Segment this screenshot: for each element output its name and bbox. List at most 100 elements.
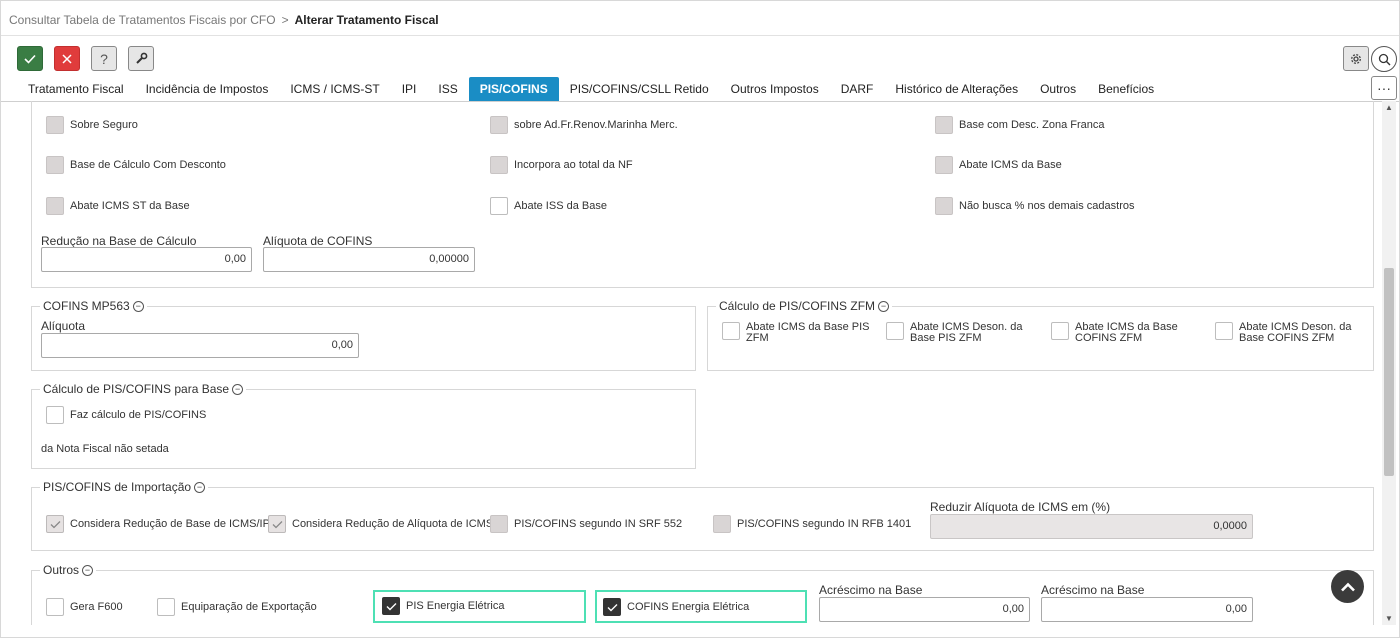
- check-abate-icms-base[interactable]: Abate ICMS da Base: [935, 156, 1062, 174]
- tab-iss[interactable]: ISS: [427, 77, 468, 101]
- check-ad-fr-renov[interactable]: sobre Ad.Fr.Renov.Marinha Merc.: [490, 116, 678, 134]
- checkbox[interactable]: [1215, 322, 1233, 340]
- wrench-icon: [135, 52, 147, 64]
- checkbox[interactable]: [268, 515, 286, 533]
- back-to-top-button[interactable]: [1331, 570, 1364, 603]
- checkbox-label: sobre Ad.Fr.Renov.Marinha Merc.: [514, 119, 678, 131]
- checkbox-label: Incorpora ao total da NF: [514, 159, 633, 171]
- tab-darf[interactable]: DARF: [830, 77, 885, 101]
- checkbox[interactable]: [46, 116, 64, 134]
- checkbox[interactable]: [722, 322, 740, 340]
- aliquota-cofins-label: Alíquota de COFINS: [263, 234, 373, 248]
- tab-ipi[interactable]: IPI: [391, 77, 428, 101]
- checkbox[interactable]: [46, 515, 64, 533]
- tab-pis-cofins[interactable]: PIS/COFINS: [468, 77, 559, 101]
- more-tabs-button[interactable]: ···: [1371, 76, 1397, 100]
- check-pis-energia[interactable]: PIS Energia Elétrica: [382, 597, 504, 615]
- checkbox[interactable]: [490, 116, 508, 134]
- check-faz-calculo[interactable]: Faz cálculo de PIS/COFINS: [46, 406, 206, 424]
- checkbox-label: COFINS Energia Elétrica: [627, 601, 750, 613]
- mp563-title: COFINS MP563: [43, 299, 130, 313]
- cancel-button[interactable]: [54, 46, 80, 71]
- checkbox-label: PIS/COFINS segundo IN SRF 552: [514, 518, 683, 530]
- checkbox[interactable]: [886, 322, 904, 340]
- check-icon: [386, 602, 396, 610]
- scroll-up-icon[interactable]: ▲: [1385, 103, 1393, 112]
- mp563-aliquota-label: Alíquota: [41, 319, 86, 333]
- check-zfm-deson-pis[interactable]: Abate ICMS Deson. da Base PIS ZFM: [886, 322, 1036, 344]
- check-zfm-cofins[interactable]: Abate ICMS da Base COFINS ZFM: [1051, 322, 1201, 344]
- check-zfm-pis[interactable]: Abate ICMS da Base PIS ZFM: [722, 322, 872, 344]
- tab-pis-cofins-csll-retido[interactable]: PIS/COFINS/CSLL Retido: [559, 77, 720, 101]
- checkbox-label: Abate ICMS Deson. da Base COFINS ZFM: [1239, 321, 1352, 344]
- help-button[interactable]: ?: [91, 46, 117, 71]
- checkbox[interactable]: [490, 197, 508, 215]
- breadcrumb-parent[interactable]: Consultar Tabela de Tratamentos Fiscais …: [9, 13, 276, 27]
- checkbox[interactable]: [46, 156, 64, 174]
- checkbox[interactable]: [713, 515, 731, 533]
- tools-button[interactable]: [128, 46, 154, 71]
- tab-incidencia[interactable]: Incidência de Impostos: [135, 77, 280, 101]
- check-equiparacao[interactable]: Equiparação de Exportação: [157, 598, 317, 616]
- check-reducao-aliquota-icms[interactable]: Considera Redução de Alíquota de ICMS: [268, 515, 493, 533]
- collapse-icon[interactable]: −: [194, 481, 206, 493]
- check-abate-icms-st[interactable]: Abate ICMS ST da Base: [46, 197, 190, 215]
- checkbox[interactable]: [490, 515, 508, 533]
- checkbox[interactable]: [46, 406, 64, 424]
- checkbox[interactable]: [157, 598, 175, 616]
- check-gera-f600[interactable]: Gera F600: [46, 598, 123, 616]
- checkbox[interactable]: [603, 598, 621, 616]
- checkbox[interactable]: [935, 197, 953, 215]
- acrescimo1-input[interactable]: 0,00: [819, 597, 1030, 622]
- tab-historico[interactable]: Histórico de Alterações: [884, 77, 1029, 101]
- check-srf-552[interactable]: PIS/COFINS segundo IN SRF 552: [490, 515, 682, 533]
- breadcrumb: Consultar Tabela de Tratamentos Fiscais …: [9, 13, 439, 27]
- collapse-icon[interactable]: −: [132, 300, 144, 312]
- tab-outros-impostos[interactable]: Outros Impostos: [720, 77, 830, 101]
- check-abate-iss[interactable]: Abate ISS da Base: [490, 197, 607, 215]
- checkbox-label: Base com Desc. Zona Franca: [959, 119, 1105, 131]
- reducao-input[interactable]: 0,00: [41, 247, 252, 272]
- divider: [1, 35, 1399, 36]
- close-icon: [62, 53, 72, 64]
- check-zfm-deson-cofins[interactable]: Abate ICMS Deson. da Base COFINS ZFM: [1215, 322, 1365, 344]
- calc-base-note: da Nota Fiscal não setada: [41, 443, 169, 455]
- tab-beneficios[interactable]: Benefícios: [1087, 77, 1165, 101]
- settings-button[interactable]: [1343, 46, 1369, 71]
- check-incorpora-total[interactable]: Incorpora ao total da NF: [490, 156, 633, 174]
- check-nao-busca[interactable]: Não busca % nos demais cadastros: [935, 197, 1134, 215]
- check-sobre-seguro[interactable]: Sobre Seguro: [46, 116, 138, 134]
- collapse-icon[interactable]: −: [232, 383, 244, 395]
- importacao-title: PIS/COFINS de Importação: [43, 480, 192, 494]
- scroll-down-icon[interactable]: ▼: [1385, 614, 1393, 623]
- check-base-com-desconto[interactable]: Base de Cálculo Com Desconto: [46, 156, 226, 174]
- tab-icms[interactable]: ICMS / ICMS-ST: [279, 77, 390, 101]
- scroll-thumb[interactable]: [1384, 268, 1394, 476]
- checkbox[interactable]: [46, 197, 64, 215]
- checkbox[interactable]: [382, 597, 400, 615]
- acrescimo2-input[interactable]: 0,00: [1041, 597, 1253, 622]
- checkbox[interactable]: [935, 116, 953, 134]
- tab-tratamento-fiscal[interactable]: Tratamento Fiscal: [17, 77, 135, 101]
- checkbox-label: Abate ICMS ST da Base: [70, 200, 190, 212]
- mp563-aliquota-input[interactable]: 0,00: [41, 333, 359, 358]
- checkbox[interactable]: [1051, 322, 1069, 340]
- checkbox[interactable]: [46, 598, 64, 616]
- aliquota-cofins-input[interactable]: 0,00000: [263, 247, 475, 272]
- reduzir-input[interactable]: 0,0000: [930, 514, 1253, 539]
- collapse-icon[interactable]: −: [878, 300, 890, 312]
- check-reducao-base-icms[interactable]: Considera Redução de Base de ICMS/IPI: [46, 515, 273, 533]
- check-rfb-1401[interactable]: PIS/COFINS segundo IN RFB 1401: [713, 515, 911, 533]
- check-cofins-energia[interactable]: COFINS Energia Elétrica: [603, 598, 749, 616]
- form-content: Sobre Seguro sobre Ad.Fr.Renov.Marinha M…: [17, 101, 1381, 625]
- confirm-button[interactable]: [17, 46, 43, 71]
- collapse-icon[interactable]: −: [82, 564, 94, 576]
- checkbox[interactable]: [490, 156, 508, 174]
- breadcrumb-separator: >: [281, 13, 289, 27]
- outros-legend: Outros −: [40, 563, 97, 577]
- vertical-scrollbar[interactable]: ▲ ▼: [1382, 101, 1396, 625]
- check-desc-zona-franca[interactable]: Base com Desc. Zona Franca: [935, 116, 1105, 134]
- search-button[interactable]: [1371, 46, 1397, 72]
- tab-outros[interactable]: Outros: [1029, 77, 1087, 101]
- checkbox[interactable]: [935, 156, 953, 174]
